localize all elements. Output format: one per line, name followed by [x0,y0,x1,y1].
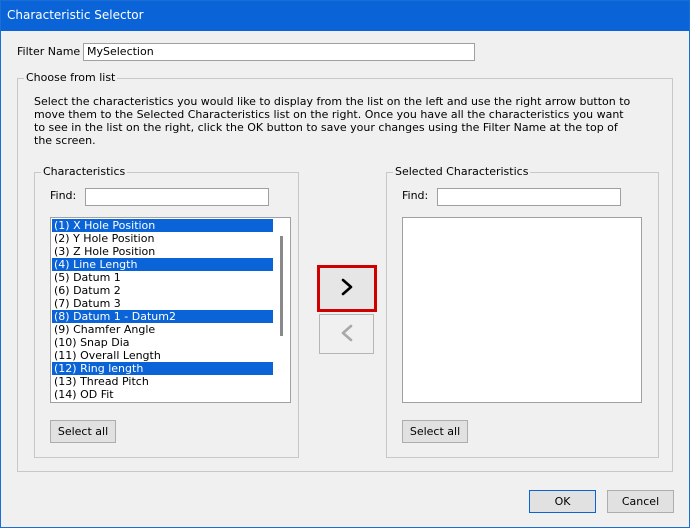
characteristics-listbox[interactable]: (1) X Hole Position (2) Y Hole Position (3… [50,217,291,403]
chevron-left-icon [340,324,354,345]
selected-characteristics-label: Selected Characteristics [393,165,531,178]
move-left-button[interactable] [319,314,374,354]
list-item[interactable]: (9) Chamfer Angle [52,323,273,336]
list-item[interactable]: (10) Snap Dia [52,336,273,349]
characteristics-find-input[interactable] [85,188,269,206]
list-item[interactable]: (11) Overall Length [52,349,273,362]
list-item[interactable]: (2) Y Hole Position [52,232,273,245]
scroll-thumb[interactable] [280,236,283,336]
selected-find-label: Find: [402,189,429,202]
characteristics-select-all-button[interactable]: Select all [50,420,116,443]
list-item[interactable]: (6) Datum 2 [52,284,273,297]
list-item[interactable]: (14) OD Fit [52,388,273,401]
characteristics-label: Characteristics [41,165,128,178]
filter-name-label: Filter Name [17,45,81,58]
characteristics-scrollbar[interactable] [273,218,290,402]
cancel-button[interactable]: Cancel [607,490,674,513]
characteristics-find-label: Find: [50,189,77,202]
list-item[interactable]: (3) Z Hole Position [52,245,273,258]
instructions-text: Select the characteristics you would lik… [34,95,631,147]
choose-from-list-label: Choose from list [24,71,118,84]
selected-select-all-button[interactable]: Select all [402,420,468,443]
list-item[interactable]: (8) Datum 1 - Datum2 [52,310,273,323]
title-bar[interactable]: Characteristic Selector [1,1,689,31]
selected-characteristics-listbox[interactable] [402,217,642,403]
list-item[interactable]: (1) X Hole Position [52,219,273,232]
selected-find-input[interactable] [437,188,621,206]
characteristic-selector-dialog: Characteristic Selector Filter Name MySe… [0,0,690,528]
list-item[interactable]: (4) Line Length [52,258,273,271]
list-item[interactable]: (12) Ring length [52,362,273,375]
list-item[interactable]: (5) Datum 1 [52,271,273,284]
characteristics-items: (1) X Hole Position (2) Y Hole Position (3… [52,219,273,401]
window-title: Characteristic Selector [7,8,144,22]
chevron-right-icon [340,278,354,299]
filter-name-input[interactable]: MySelection [83,43,475,61]
list-item[interactable]: (7) Datum 3 [52,297,273,310]
move-right-button[interactable] [317,265,377,312]
list-item[interactable]: (13) Thread Pitch [52,375,273,388]
ok-button[interactable]: OK [529,490,596,513]
